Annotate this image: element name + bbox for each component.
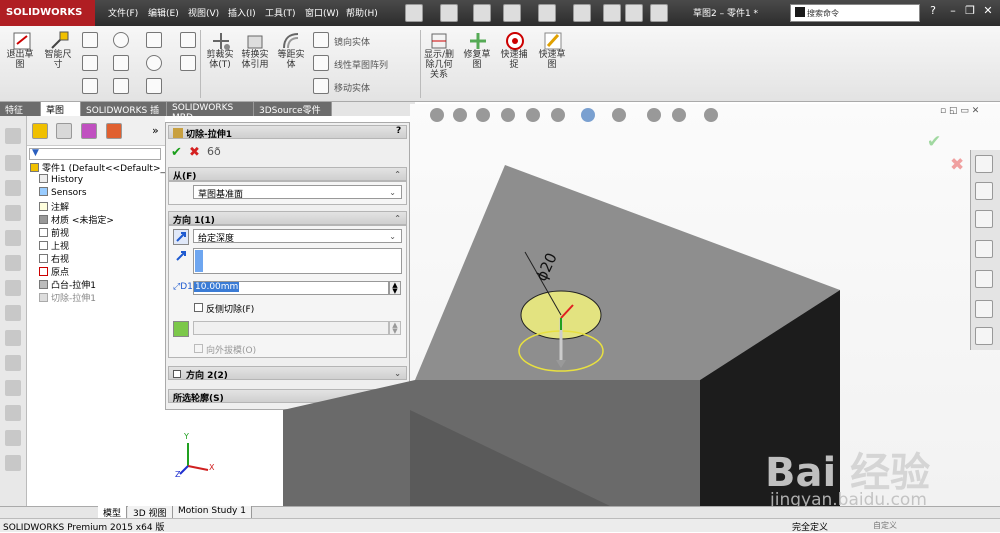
solidworks-forum-icon[interactable] [975,327,993,345]
zoom-area-icon[interactable] [453,108,467,122]
appearances-icon[interactable] [975,270,993,288]
dynamic-annotation-icon[interactable] [526,108,540,122]
status-product: SOLIDWORKS Premium 2015 x64 版 [3,523,165,533]
edit-appearance-icon[interactable] [647,108,661,122]
confirm-corner-ok-icon[interactable]: ✔ [927,132,941,152]
status-sketch-state: 完全定义 [792,523,829,533]
tab-model[interactable]: 模型 [98,506,128,519]
solidworks-resources-icon[interactable] [975,155,993,173]
view-orientation-icon[interactable] [551,108,565,122]
hide-show-items-icon[interactable] [612,108,626,122]
display-style-icon[interactable] [581,108,595,122]
triad-z-axis [179,465,189,475]
zoom-to-fit-icon[interactable] [430,108,444,122]
view-settings-icon[interactable] [704,108,718,122]
apply-scene-icon[interactable] [672,108,686,122]
status-units[interactable]: 自定义 [873,520,897,531]
triad-x-label: X [209,463,215,472]
triad-y-label: Y [184,432,189,441]
view-palette-icon[interactable] [975,240,993,258]
previous-view-icon[interactable] [476,108,490,122]
file-explorer-icon[interactable] [975,210,993,228]
custom-properties-icon[interactable] [975,300,993,318]
triad-z-label: Z [175,470,181,479]
viewport-controls[interactable]: ▫ ◱ ▭ ✕ [940,106,979,116]
tab-3d-view[interactable]: 3D 视图 [128,506,173,519]
section-view-icon[interactable] [501,108,515,122]
tab-motion-study[interactable]: Motion Study 1 [173,506,252,518]
confirm-corner-cancel-icon[interactable]: ✖ [950,155,964,175]
triad-x-axis [187,465,209,471]
design-library-icon[interactable] [975,182,993,200]
